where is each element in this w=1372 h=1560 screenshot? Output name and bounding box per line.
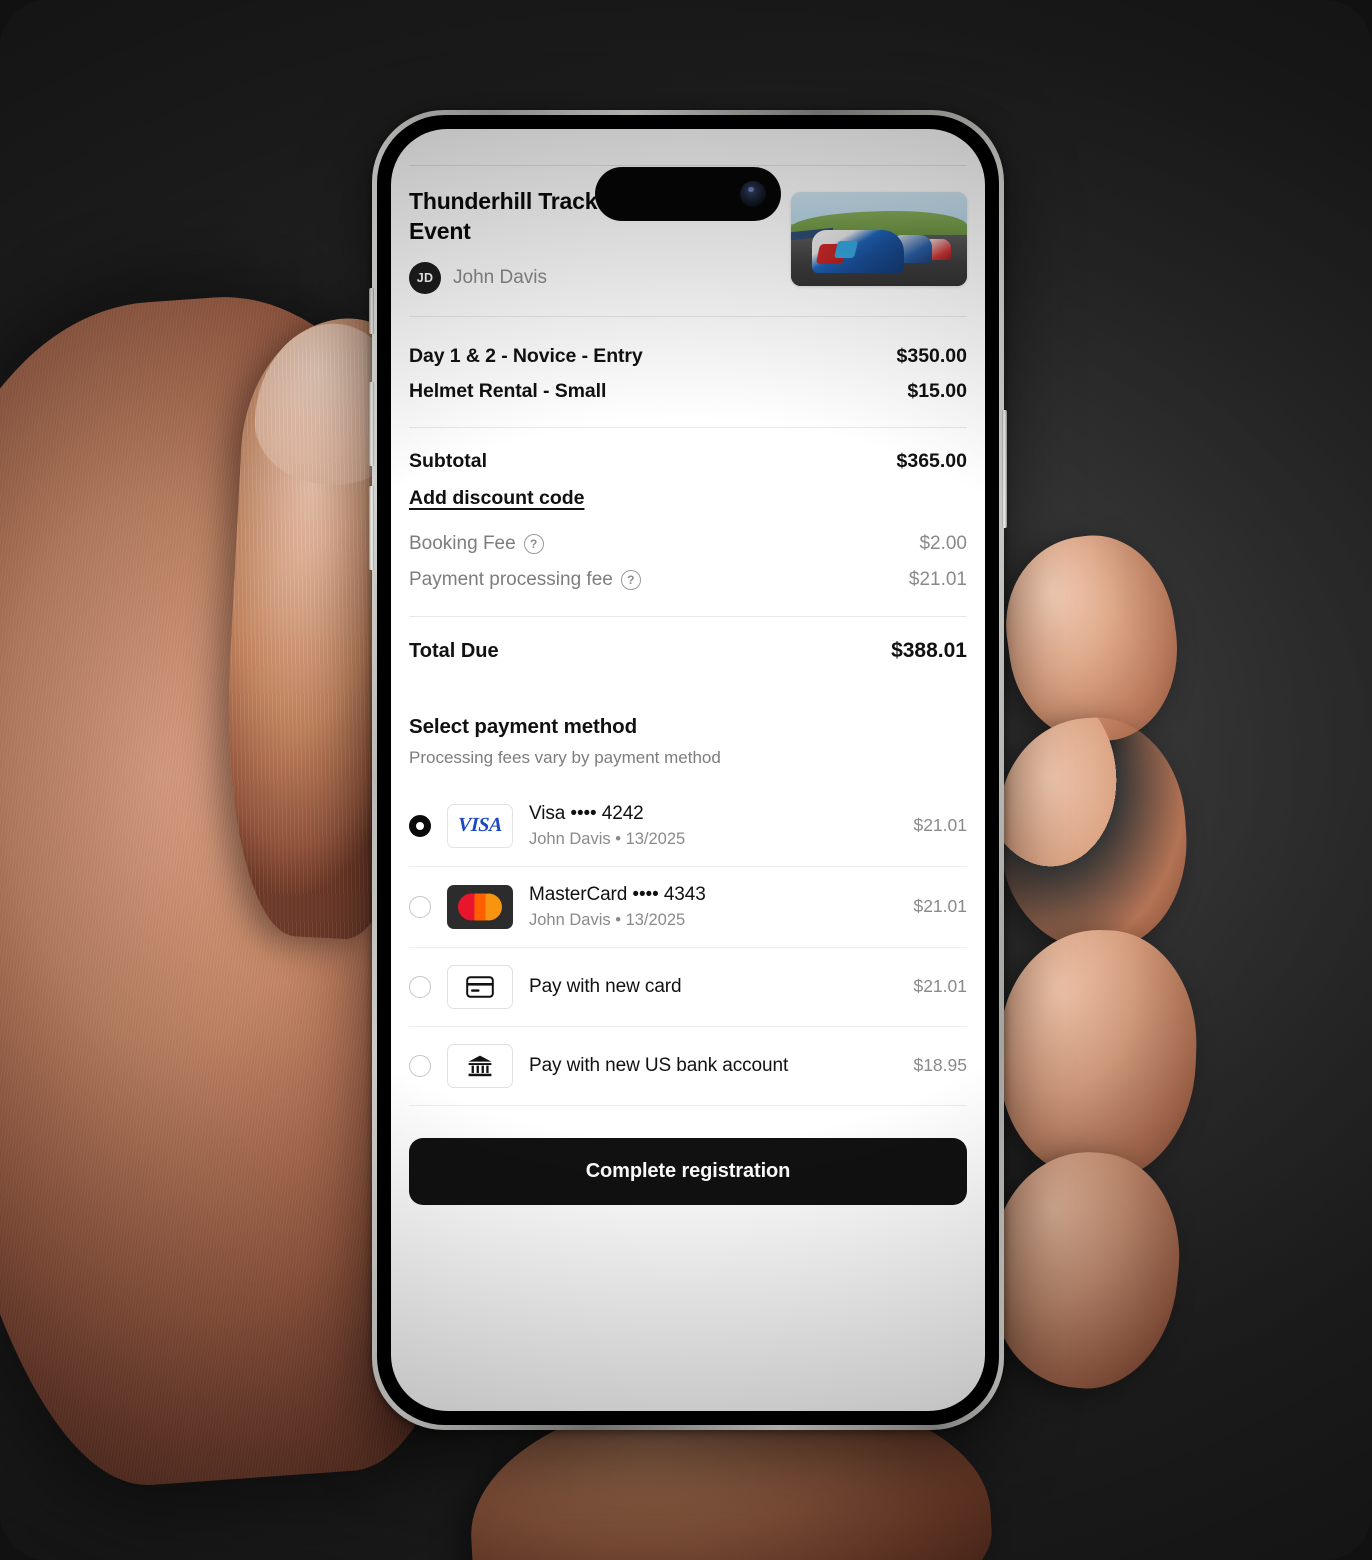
phone-screen: Thunderhill Track Training Event JD John…: [391, 129, 985, 1411]
power-button[interactable]: [1002, 410, 1007, 528]
finger-pinky: [980, 1142, 1190, 1398]
payment-method-header: Select payment method Processing fees va…: [409, 671, 967, 768]
thumb-car-lead: [812, 229, 904, 273]
payment-option-body: Pay with new US bank account: [529, 1055, 897, 1077]
front-camera-icon: [740, 181, 766, 207]
payment-option-fee: $21.01: [913, 815, 967, 836]
table-row: Helmet Rental - Small $15.00: [409, 374, 967, 409]
mastercard-logo-icon: [447, 884, 513, 929]
bank-icon: [447, 1043, 513, 1088]
subtotal-amount: $365.00: [896, 449, 968, 472]
complete-registration-button[interactable]: Complete registration: [409, 1137, 967, 1205]
payment-option-body: MasterCard •••• 4343 John Davis • 13/202…: [529, 884, 897, 930]
line-item-name: Day 1 & 2 - Novice - Entry: [409, 344, 643, 367]
line-item-amount: $15.00: [907, 379, 967, 402]
mastercard-overlap: [474, 893, 486, 921]
checkout-page: Thunderhill Track Training Event JD John…: [391, 129, 985, 1411]
total-due-row: Total Due $388.01: [409, 617, 967, 671]
fee-label-group: Booking Fee ?: [409, 533, 544, 555]
action-button[interactable]: [369, 288, 374, 334]
payment-option-us-bank[interactable]: Pay with new US bank account $18.95: [409, 1027, 967, 1106]
volume-down-button[interactable]: [369, 486, 374, 570]
payment-option-fee: $21.01: [913, 896, 967, 917]
fee-row: Booking Fee ? $2.00: [409, 526, 967, 562]
payment-option-label: Pay with new card: [529, 975, 682, 997]
host-name: John Davis: [453, 266, 547, 288]
payment-option-fee: $21.01: [913, 976, 967, 997]
radio-new-card[interactable]: [409, 975, 431, 998]
visa-logo-icon: VISA: [447, 803, 513, 848]
payment-option-meta: John Davis • 13/2025: [529, 910, 686, 929]
avatar: JD: [409, 261, 441, 294]
fee-label-group: Payment processing fee ?: [409, 569, 641, 591]
payment-option-meta: John Davis • 13/2025: [529, 829, 686, 848]
fee-amount: $21.01: [908, 568, 967, 590]
payment-option-mastercard[interactable]: MasterCard •••• 4343 John Davis • 13/202…: [409, 867, 967, 948]
radio-visa[interactable]: [409, 814, 431, 837]
total-due-label: Total Due: [409, 639, 499, 662]
total-due-amount: $388.01: [891, 638, 967, 662]
payment-option-fee: $18.95: [913, 1055, 967, 1076]
help-circle-icon[interactable]: ?: [523, 533, 544, 554]
payment-option-label: Pay with new US bank account: [529, 1054, 789, 1076]
help-circle-icon[interactable]: ?: [620, 569, 641, 590]
table-row: Day 1 & 2 - Novice - Entry $350.00: [409, 339, 967, 374]
event-thumbnail-image: [791, 192, 967, 286]
fee-amount: $2.00: [919, 532, 967, 554]
fee-label: Payment processing fee: [409, 568, 613, 590]
phone-device: Thunderhill Track Training Event JD John…: [369, 110, 1007, 1430]
cta-container: Complete registration: [409, 1106, 967, 1205]
volume-up-button[interactable]: [369, 382, 374, 466]
finger-middle: [992, 711, 1194, 957]
line-items-list: Day 1 & 2 - Novice - Entry $350.00 Helme…: [409, 317, 967, 427]
payment-option-body: Pay with new card: [529, 976, 897, 998]
finger-ring: [995, 926, 1201, 1184]
radio-mastercard[interactable]: [409, 895, 431, 918]
line-item-name: Helmet Rental - Small: [409, 379, 607, 402]
payment-option-body: Visa •••• 4242 John Davis • 13/2025: [529, 803, 897, 849]
subtotal-row: Subtotal $365.00: [409, 448, 967, 487]
fee-label: Booking Fee: [409, 532, 516, 554]
radio-us-bank[interactable]: [409, 1054, 431, 1077]
payment-option-label: MasterCard •••• 4343: [529, 883, 706, 905]
subtotal-label: Subtotal: [409, 449, 487, 472]
order-summary: Subtotal $365.00 Add discount code Booki…: [409, 428, 967, 616]
credit-card-icon: [447, 964, 513, 1009]
line-item-amount: $350.00: [896, 344, 968, 367]
payment-method-subtitle: Processing fees vary by payment method: [409, 747, 721, 767]
scene: Thunderhill Track Training Event JD John…: [0, 0, 1372, 1560]
fee-row: Payment processing fee ? $21.01: [409, 562, 967, 598]
payment-method-list: VISA Visa •••• 4242 John Davis • 13/2025…: [409, 786, 967, 1106]
payment-option-visa[interactable]: VISA Visa •••• 4242 John Davis • 13/2025…: [409, 786, 967, 867]
add-discount-code-link[interactable]: Add discount code: [409, 487, 585, 510]
payment-option-new-card[interactable]: Pay with new card $21.01: [409, 948, 967, 1027]
dynamic-island: [595, 167, 781, 221]
payment-method-title: Select payment method: [409, 714, 638, 738]
visa-logo-text: VISA: [457, 814, 503, 837]
phone-bezel: Thunderhill Track Training Event JD John…: [377, 115, 999, 1425]
payment-option-label: Visa •••• 4242: [529, 802, 644, 824]
event-host: JD John Davis: [409, 261, 739, 294]
